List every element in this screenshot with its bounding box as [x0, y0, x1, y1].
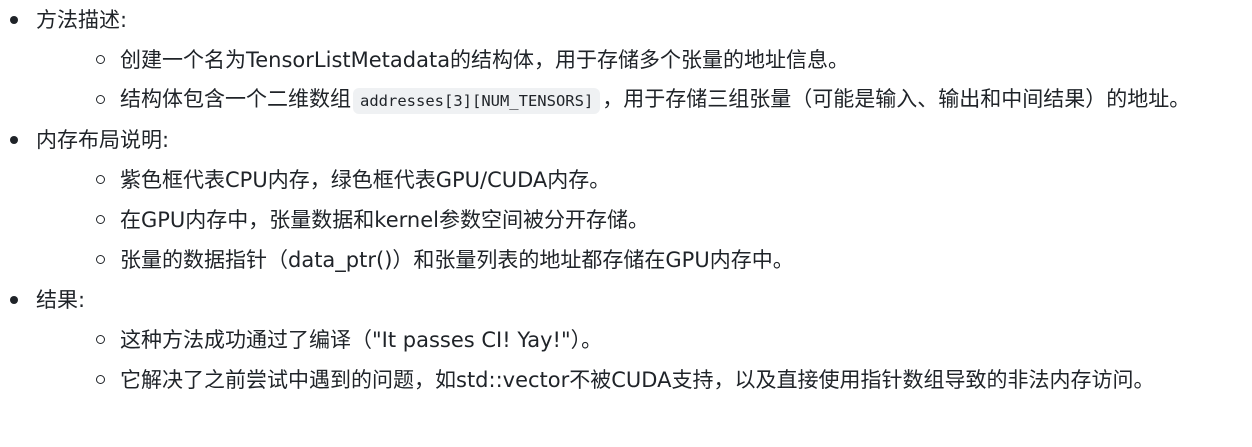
document-body: 方法描述: 创建一个名为TensorListMetadata的结构体，用于存储多… — [0, 0, 1252, 447]
inline-code: addresses[3][NUM_TENSORS] — [353, 88, 601, 114]
bullet-disc-icon — [10, 296, 18, 304]
sub-list-item: 它解决了之前尝试中遇到的问题，如std::vector不被CUDA支持，以及直接… — [36, 360, 1252, 400]
bullet-circle-icon — [96, 175, 105, 184]
bullet-disc-icon — [10, 136, 18, 144]
list-item-result: 结果: 这种方法成功通过了编译（"It passes CI! Yay!"）。 它… — [0, 280, 1252, 400]
section-heading: 结果: — [36, 288, 86, 312]
bullet-circle-icon — [96, 95, 105, 104]
sub-list-item: 创建一个名为TensorListMetadata的结构体，用于存储多个张量的地址… — [36, 40, 1252, 80]
bullet-disc-icon — [10, 16, 18, 24]
section-heading: 方法描述: — [36, 8, 128, 32]
item-text: ，用于存储三组张量（可能是输入、输出和中间结果）的地址。 — [602, 87, 1191, 111]
item-text: 它解决了之前尝试中遇到的问题，如std::vector不被CUDA支持，以及直接… — [120, 368, 1155, 392]
bullet-circle-icon — [96, 335, 105, 344]
bullet-circle-icon — [96, 215, 105, 224]
item-text: 在GPU内存中，张量数据和kernel参数空间被分开存储。 — [120, 208, 649, 232]
item-text: 结构体包含一个二维数组 — [120, 87, 351, 111]
item-text: 这种方法成功通过了编译（"It passes CI! Yay!"）。 — [120, 328, 603, 352]
item-text: 紫色框代表CPU内存，绿色框代表GPU/CUDA内存。 — [120, 168, 611, 192]
sub-list: 创建一个名为TensorListMetadata的结构体，用于存储多个张量的地址… — [36, 40, 1252, 120]
bullet-list: 方法描述: 创建一个名为TensorListMetadata的结构体，用于存储多… — [0, 0, 1252, 400]
sub-list-item: 紫色框代表CPU内存，绿色框代表GPU/CUDA内存。 — [36, 160, 1252, 200]
bullet-circle-icon — [96, 55, 105, 64]
sub-list-item: 张量的数据指针（data_ptr()）和张量列表的地址都存储在GPU内存中。 — [36, 240, 1252, 280]
sub-list-item: 结构体包含一个二维数组 addresses[3][NUM_TENSORS] ，用于存… — [36, 80, 1252, 120]
list-item-method: 方法描述: 创建一个名为TensorListMetadata的结构体，用于存储多… — [0, 0, 1252, 120]
sub-list-item: 这种方法成功通过了编译（"It passes CI! Yay!"）。 — [36, 320, 1252, 360]
bullet-circle-icon — [96, 255, 105, 264]
bullet-circle-icon — [96, 375, 105, 384]
sub-list: 这种方法成功通过了编译（"It passes CI! Yay!"）。 它解决了之… — [36, 320, 1252, 400]
list-item-memory-layout: 内存布局说明: 紫色框代表CPU内存，绿色框代表GPU/CUDA内存。 在GPU… — [0, 120, 1252, 280]
item-text: 张量的数据指针（data_ptr()）和张量列表的地址都存储在GPU内存中。 — [120, 248, 794, 272]
item-text: 创建一个名为TensorListMetadata的结构体，用于存储多个张量的地址… — [120, 48, 850, 72]
section-heading: 内存布局说明: — [36, 128, 170, 152]
sub-list: 紫色框代表CPU内存，绿色框代表GPU/CUDA内存。 在GPU内存中，张量数据… — [36, 160, 1252, 280]
sub-list-item: 在GPU内存中，张量数据和kernel参数空间被分开存储。 — [36, 200, 1252, 240]
